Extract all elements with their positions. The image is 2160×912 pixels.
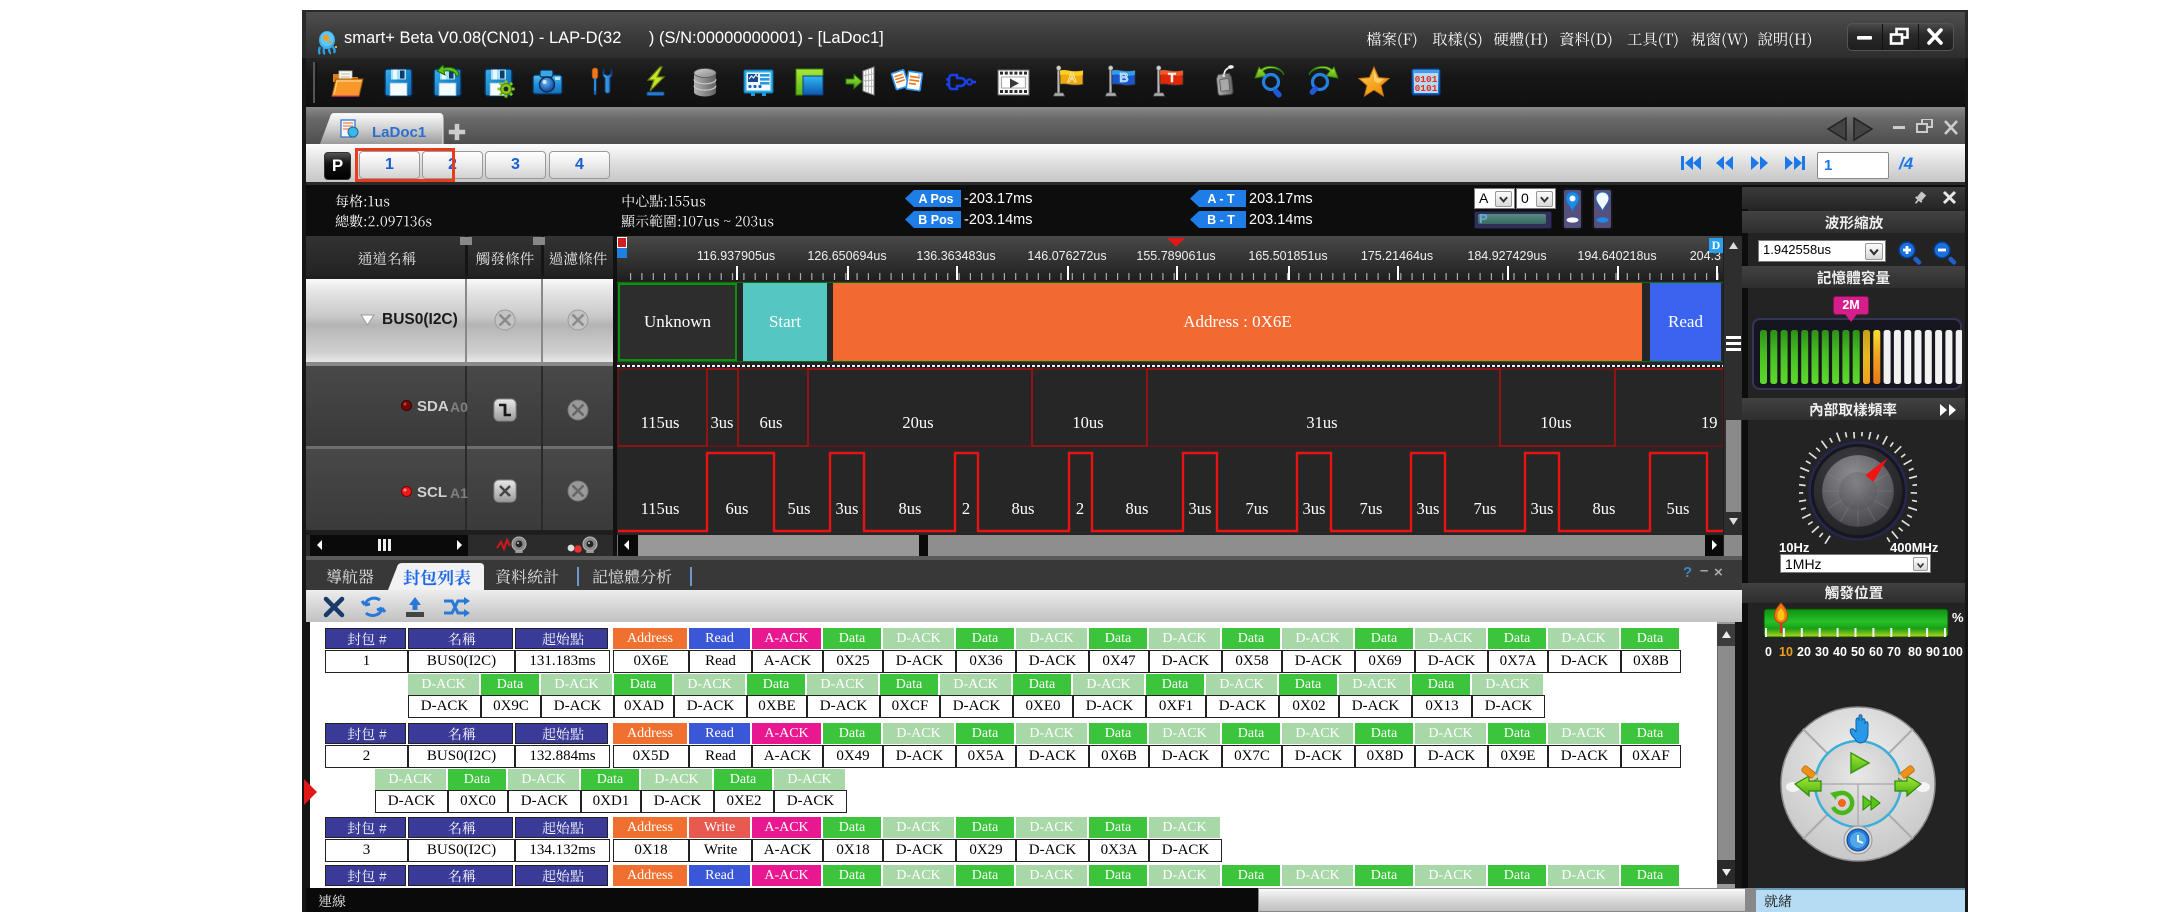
svg-text:A: A (1067, 70, 1077, 85)
svg-text:A - T: A - T (1207, 192, 1235, 206)
svg-text:0101: 0101 (1415, 83, 1438, 94)
svg-text:A Pos: A Pos (919, 192, 954, 206)
svg-text:B: B (1119, 70, 1128, 85)
svg-text:T: T (1168, 70, 1176, 85)
svg-text:B - T: B - T (1207, 213, 1235, 227)
svg-text:B Pos: B Pos (918, 213, 953, 227)
